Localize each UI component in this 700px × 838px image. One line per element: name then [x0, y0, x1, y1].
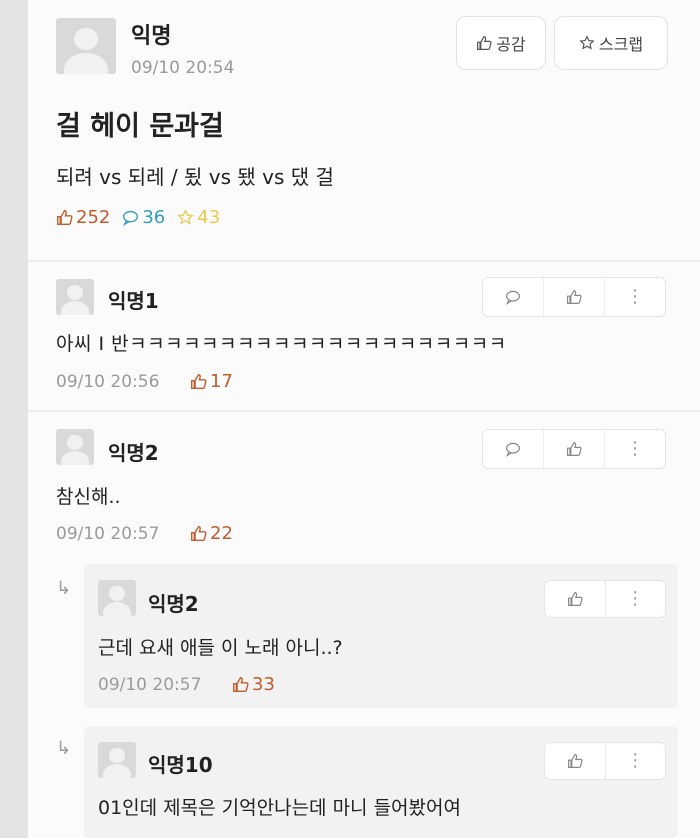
comment-text: 참신해..	[56, 486, 121, 508]
comment-bubble-icon	[123, 210, 139, 226]
more-vertical-icon: ⋮	[626, 588, 645, 609]
thumbs-up-icon	[233, 677, 249, 692]
comment-like-count-wrap: 17	[190, 371, 233, 392]
comment-time: 09/10 20:57	[56, 524, 160, 544]
divider	[28, 260, 700, 262]
divider	[28, 410, 700, 412]
comment-bubble-icon	[505, 442, 520, 457]
comment-time: 09/10 20:56	[56, 372, 160, 392]
post-comment-count-wrap: 36	[122, 207, 165, 228]
comment-author: 익명1	[108, 289, 159, 313]
reply-like-count: 33	[252, 674, 275, 695]
reply-like-button[interactable]	[545, 743, 605, 779]
thumbs-up-icon	[567, 591, 583, 606]
post-comment-count: 36	[142, 207, 166, 228]
reply-author: 익명10	[148, 753, 213, 777]
comment-like-count: 22	[210, 523, 233, 544]
comment-author: 익명2	[108, 441, 159, 465]
post-scrap-label: 스크랩	[598, 35, 644, 54]
comment-actions: ⋮	[482, 277, 666, 317]
post-like-count-wrap: 252	[56, 207, 110, 228]
more-options-button[interactable]: ⋮	[604, 278, 665, 316]
star-icon	[177, 209, 194, 225]
post-page: 익명 09/10 20:54 공감 스크랩 걸 헤이 문과걸 되려 vs 되레 …	[28, 0, 700, 838]
reply-button[interactable]	[483, 430, 543, 468]
post-scrap-count-wrap: 43	[177, 207, 220, 228]
post-author-avatar	[56, 18, 116, 74]
comment-bubble-icon	[505, 290, 520, 305]
comment-like-count-wrap: 22	[190, 523, 233, 544]
post-author-name: 익명	[131, 24, 172, 49]
more-options-button[interactable]: ⋮	[604, 430, 665, 468]
comment-actions: ⋮	[482, 429, 666, 469]
thumbs-up-icon	[477, 35, 492, 50]
more-options-button[interactable]: ⋮	[604, 743, 666, 779]
thumbs-up-icon	[191, 374, 207, 389]
post-body: 되려 vs 되레 / 됬 vs 됐 vs 댔 걸	[56, 165, 334, 189]
reply-text: 근데 요새 애들 이 노래 아니..?	[98, 637, 343, 659]
reply-like-button[interactable]	[545, 581, 605, 617]
reply-button[interactable]	[483, 278, 543, 316]
reply-arrow-icon: ↳	[56, 578, 72, 599]
reply-avatar	[98, 742, 136, 778]
reply-actions: ⋮	[544, 580, 666, 618]
more-vertical-icon: ⋮	[626, 438, 644, 459]
comment-like-button[interactable]	[543, 278, 604, 316]
comment-text: 아씨 I 반ㅋㅋㅋㅋㅋㅋㅋㅋㅋㅋㅋㅋㅋㅋㅋㅋㅋㅋㅋㅋㅋ	[56, 333, 507, 355]
thumbs-up-icon	[191, 526, 207, 541]
reply-actions: ⋮	[544, 742, 666, 780]
more-options-button[interactable]: ⋮	[604, 581, 666, 617]
comment-avatar	[56, 429, 94, 465]
comment-avatar	[56, 279, 94, 315]
more-vertical-icon: ⋮	[626, 750, 645, 771]
reply-time: 09/10 20:57	[98, 675, 202, 695]
thumbs-up-icon	[567, 441, 582, 456]
reply-author: 익명2	[148, 592, 199, 616]
post-time: 09/10 20:54	[131, 58, 235, 78]
post-title: 걸 헤이 문과걸	[56, 111, 224, 142]
reply-arrow-icon: ↳	[56, 738, 72, 759]
reply-like-count-wrap: 33	[232, 674, 275, 695]
post-like-count: 252	[76, 207, 111, 228]
thumbs-up-icon	[567, 753, 583, 768]
comment-like-count: 17	[210, 371, 233, 392]
thumbs-up-icon	[567, 289, 582, 304]
reply-avatar	[98, 580, 136, 616]
reply-text: 01인데 제목은 기억안나는데 마니 들어봤어여	[98, 797, 461, 819]
comment-like-button[interactable]	[543, 430, 604, 468]
post-stats: 252 36 43	[56, 207, 220, 228]
post-scrap-count: 43	[197, 207, 221, 228]
post-like-label: 공감	[496, 35, 526, 54]
post-like-button[interactable]: 공감	[456, 16, 546, 70]
more-vertical-icon: ⋮	[626, 286, 644, 307]
thumbs-up-icon	[57, 210, 73, 225]
star-icon	[579, 35, 595, 50]
post-scrap-button[interactable]: 스크랩	[554, 16, 668, 70]
